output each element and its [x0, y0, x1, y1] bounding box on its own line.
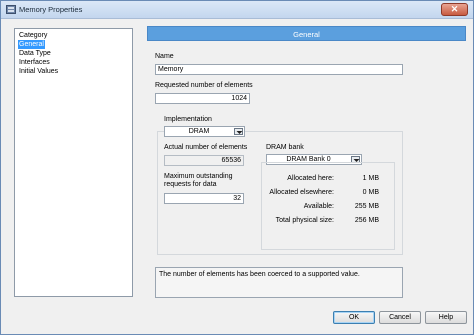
max-requests-input[interactable]: 32	[164, 193, 244, 204]
dram-bank-label: DRAM bank	[266, 144, 304, 151]
ok-button[interactable]: OK	[333, 311, 375, 324]
category-header: Category	[19, 32, 48, 39]
category-list[interactable]: Category General Data Type Interfaces In…	[14, 28, 133, 297]
implementation-label: Implementation	[164, 116, 212, 123]
stat-label: Allocated elsewhere:	[269, 189, 334, 196]
close-button[interactable]: ✕	[441, 3, 468, 16]
close-icon: ✕	[450, 4, 459, 14]
stat-label: Total physical size:	[275, 217, 334, 224]
window-title: Memory Properties	[19, 5, 83, 14]
max-requests-label-line1: Maximum outstanding	[164, 173, 233, 180]
memory-properties-dialog: Memory Properties ✕ Category General Dat…	[0, 0, 474, 335]
stat-value: 256 MB	[354, 217, 379, 224]
section-header: General	[147, 26, 466, 41]
requested-elements-input[interactable]: 1024	[155, 93, 250, 104]
cancel-button[interactable]: Cancel	[379, 311, 421, 324]
stat-value: 1 MB	[362, 175, 379, 182]
stat-value: 0 MB	[362, 189, 379, 196]
requested-elements-label: Requested number of elements	[155, 82, 253, 89]
sidebar-item-general[interactable]: General	[18, 40, 45, 49]
implementation-value: DRAM	[188, 128, 210, 135]
stat-label: Allocated here:	[287, 175, 334, 182]
implementation-select[interactable]: DRAM	[164, 126, 245, 137]
sidebar-item-initial-values[interactable]: Initial Values	[18, 67, 59, 76]
memory-icon	[6, 5, 16, 14]
stat-label: Available:	[303, 203, 334, 210]
name-input[interactable]: Memory	[155, 64, 403, 75]
help-button[interactable]: Help	[425, 311, 467, 324]
sidebar-item-interfaces[interactable]: Interfaces	[18, 58, 51, 67]
stat-value: 255 MB	[354, 203, 379, 210]
status-message: The number of elements has been coerced …	[155, 267, 403, 298]
actual-elements-label: Actual number of elements	[164, 144, 248, 151]
actual-elements-field: 65536	[164, 155, 244, 166]
general-page: General Name Memory Requested number of …	[147, 23, 467, 305]
name-label: Name	[155, 53, 174, 60]
title-bar: Memory Properties ✕	[1, 1, 473, 19]
chevron-down-icon	[234, 128, 243, 135]
sidebar-item-data-type[interactable]: Data Type	[18, 49, 52, 58]
max-requests-label-line2: requests for data	[164, 181, 217, 188]
